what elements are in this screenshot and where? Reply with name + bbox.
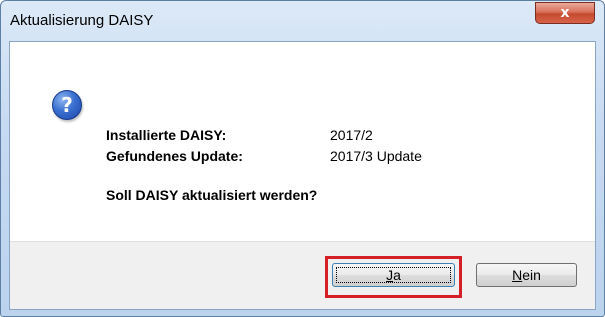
no-button[interactable]: Nein bbox=[476, 263, 577, 287]
dialog-window: Aktualisierung DAISY x ? Installierte DA… bbox=[0, 0, 605, 317]
question-icon: ? bbox=[52, 90, 82, 120]
found-update-label: Gefundenes Update: bbox=[106, 148, 243, 164]
dialog-content: ? Installierte DAISY: 2017/2 Gefundenes … bbox=[9, 41, 596, 310]
no-button-mnemonic: N bbox=[512, 267, 523, 283]
found-update-value: 2017/3 Update bbox=[330, 148, 422, 164]
installed-label: Installierte DAISY: bbox=[106, 127, 227, 143]
close-icon: x bbox=[560, 5, 570, 21]
no-button-label: ein bbox=[522, 267, 541, 283]
title-bar[interactable]: Aktualisierung DAISY x bbox=[1, 1, 604, 41]
question-text: Soll DAISY aktualisiert werden? bbox=[106, 187, 318, 203]
installed-value: 2017/2 bbox=[330, 127, 373, 143]
button-bar: Ja Nein bbox=[10, 241, 595, 309]
window-title: Aktualisierung DAISY bbox=[10, 12, 154, 29]
focus-indicator bbox=[336, 267, 451, 283]
yes-button[interactable]: Ja bbox=[332, 263, 455, 287]
close-button[interactable]: x bbox=[535, 2, 595, 24]
